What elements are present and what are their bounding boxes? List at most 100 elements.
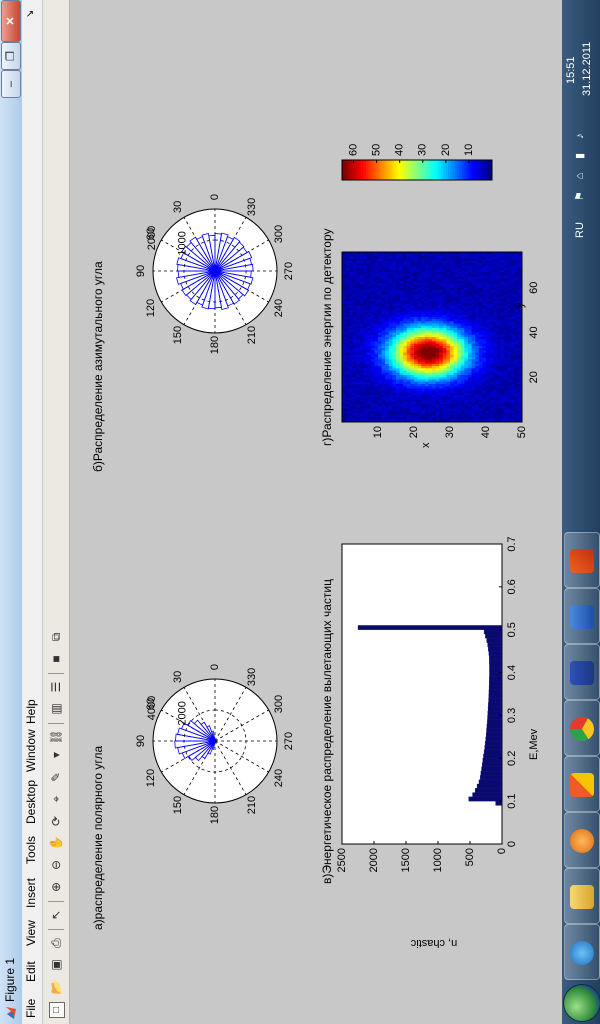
panel-a-title: а)распределение полярного угла [91, 745, 105, 930]
edit-plot-arrow-icon[interactable]: ↖ [47, 906, 65, 924]
menu-insert[interactable]: Insert [24, 878, 38, 908]
histogram-bar [488, 693, 503, 699]
histogram-bar [481, 766, 503, 772]
polar-b-angle-label: 300 [273, 225, 285, 243]
print-icon[interactable]: ⎙ [47, 934, 65, 952]
histogram-bar [474, 788, 503, 793]
histogram-y-tick-label: 500 [464, 848, 476, 866]
tray-signal-icon[interactable]: ▮ [574, 150, 586, 162]
tray-volume-icon[interactable]: ♪ [574, 130, 586, 142]
title-bar: Figure 1 – ❐ ✕ [0, 0, 23, 1024]
histogram-bar [485, 740, 503, 746]
menu-desktop[interactable]: Desktop [24, 780, 38, 824]
polar-b-angle-label: 210 [246, 326, 258, 344]
histogram-bar [486, 728, 503, 733]
menu-view[interactable]: View [24, 920, 38, 946]
show-plot-tools-icon[interactable]: ⧉ [47, 628, 65, 646]
taskbar-matlab[interactable] [564, 532, 600, 588]
menu-edit[interactable]: Edit [24, 961, 38, 982]
heatmap-ylabel: x [420, 442, 432, 449]
histogram-x-tick-label: 0.4 [506, 665, 518, 680]
histogram-bar [468, 796, 503, 802]
histogram-bar [480, 770, 503, 776]
polar-b-radial-tick: 1000 [176, 231, 188, 255]
polar-b-angle-label: 150 [172, 326, 184, 344]
data-cursor-icon[interactable]: ⌖ [47, 790, 65, 808]
histogram-bar [488, 689, 503, 695]
histogram-bar [486, 723, 503, 729]
heatmap-xlabel: y [514, 302, 526, 309]
histogram-bar [488, 646, 503, 652]
histogram-bar [483, 753, 503, 759]
taskbar-file-explorer[interactable] [564, 868, 600, 924]
histogram-bar [476, 783, 503, 789]
taskbar-chrome[interactable] [564, 700, 600, 756]
menu-file[interactable]: File [24, 999, 38, 1018]
histogram-bar [487, 642, 503, 648]
polar-a-angle-label: 0 [209, 664, 221, 670]
internet-explorer-icon [570, 941, 594, 965]
histogram-bar [488, 650, 503, 656]
polar-b-angle-label: 330 [246, 198, 258, 216]
menu-bar: File Edit View Insert Tools Desktop Wind… [22, 0, 43, 1024]
histogram-bar [489, 663, 503, 669]
histogram-y-tick-label: 1500 [400, 848, 412, 872]
hide-plot-tools-icon[interactable]: ■ [47, 650, 65, 668]
colorbar-tick-label: 20 [440, 144, 452, 156]
pan-hand-icon[interactable]: ✋ [47, 834, 65, 852]
polar-b-angle-label: 30 [172, 201, 184, 213]
histogram-bar [483, 629, 503, 635]
polar-b-radial-tick: 2000 [146, 226, 158, 250]
rotate-3d-icon[interactable]: ⟳ [47, 812, 65, 830]
minimize-button[interactable]: – [1, 70, 21, 98]
start-button[interactable] [563, 984, 600, 1022]
taskbar-media-player[interactable] [564, 812, 600, 868]
histogram-bar [482, 758, 503, 763]
taskbar-office[interactable] [564, 756, 600, 812]
taskbar-internet-explorer[interactable] [564, 924, 600, 980]
polar-plot-a: 030609012015018021024027030033020004000 [135, 664, 295, 824]
histogram-x-tick-label: 0.1 [506, 793, 518, 808]
polar-b-angle-label: 180 [209, 336, 221, 354]
taskbar: RU ⚑ ⌂ ▮ ♪ 15:51 31.12.2011 [562, 0, 600, 1024]
clock-date[interactable]: 31.12.2011 [581, 42, 593, 96]
maximize-button[interactable]: ❐ [1, 42, 21, 70]
heatmap-y-tick-label: 40 [528, 326, 540, 338]
polar-plot-b: 030609012015018021024027030033010002000 [135, 194, 295, 354]
language-indicator[interactable]: RU [574, 222, 586, 238]
polar-a-angle-label: 30 [172, 671, 184, 683]
open-file-icon[interactable]: 📂 [47, 978, 65, 996]
tray-flag-icon[interactable]: ⚑ [574, 190, 586, 202]
histogram-bar [486, 638, 503, 643]
histogram-bar [487, 706, 503, 712]
colorbar-tick-label: 60 [347, 144, 359, 156]
menu-help[interactable]: Help [24, 699, 38, 724]
new-figure-icon[interactable]: □ [49, 1002, 65, 1018]
insert-legend-icon[interactable]: ☰ [47, 678, 65, 696]
taskbar-floppy-app[interactable] [564, 644, 600, 700]
brush-dropdown-icon[interactable]: ▾ [47, 746, 65, 764]
zoom-out-icon[interactable]: ⊖ [47, 856, 65, 874]
polar-b-angle-label: 240 [273, 299, 285, 317]
histogram-bar [489, 676, 503, 682]
close-button[interactable]: ✕ [1, 0, 21, 42]
histogram-x-tick-label: 0.5 [506, 622, 518, 637]
media-player-icon [570, 829, 594, 853]
histogram-y-tick-label: 2500 [336, 848, 348, 872]
insert-colorbar-icon[interactable]: ▥ [47, 700, 65, 718]
matlab-icon [570, 549, 594, 573]
menu-dock-arrow-icon[interactable]: ↘ [25, 10, 36, 18]
histogram-bar [488, 685, 503, 690]
clock-time[interactable]: 15:51 [565, 56, 577, 84]
histogram-bar [472, 792, 503, 798]
tray-network-icon[interactable]: ⌂ [574, 170, 586, 182]
taskbar-word[interactable] [564, 588, 600, 644]
menu-window[interactable]: Window [24, 729, 38, 772]
heatmap-y-tick-label: 60 [528, 282, 540, 294]
menu-tools[interactable]: Tools [24, 836, 38, 864]
colorbar-tick-label: 10 [463, 144, 475, 156]
brush-icon[interactable]: ✎ [47, 768, 65, 786]
zoom-in-icon[interactable]: ⊕ [47, 878, 65, 896]
save-icon[interactable]: ▣ [47, 956, 65, 974]
link-plot-icon[interactable]: ⛓ [47, 728, 65, 746]
